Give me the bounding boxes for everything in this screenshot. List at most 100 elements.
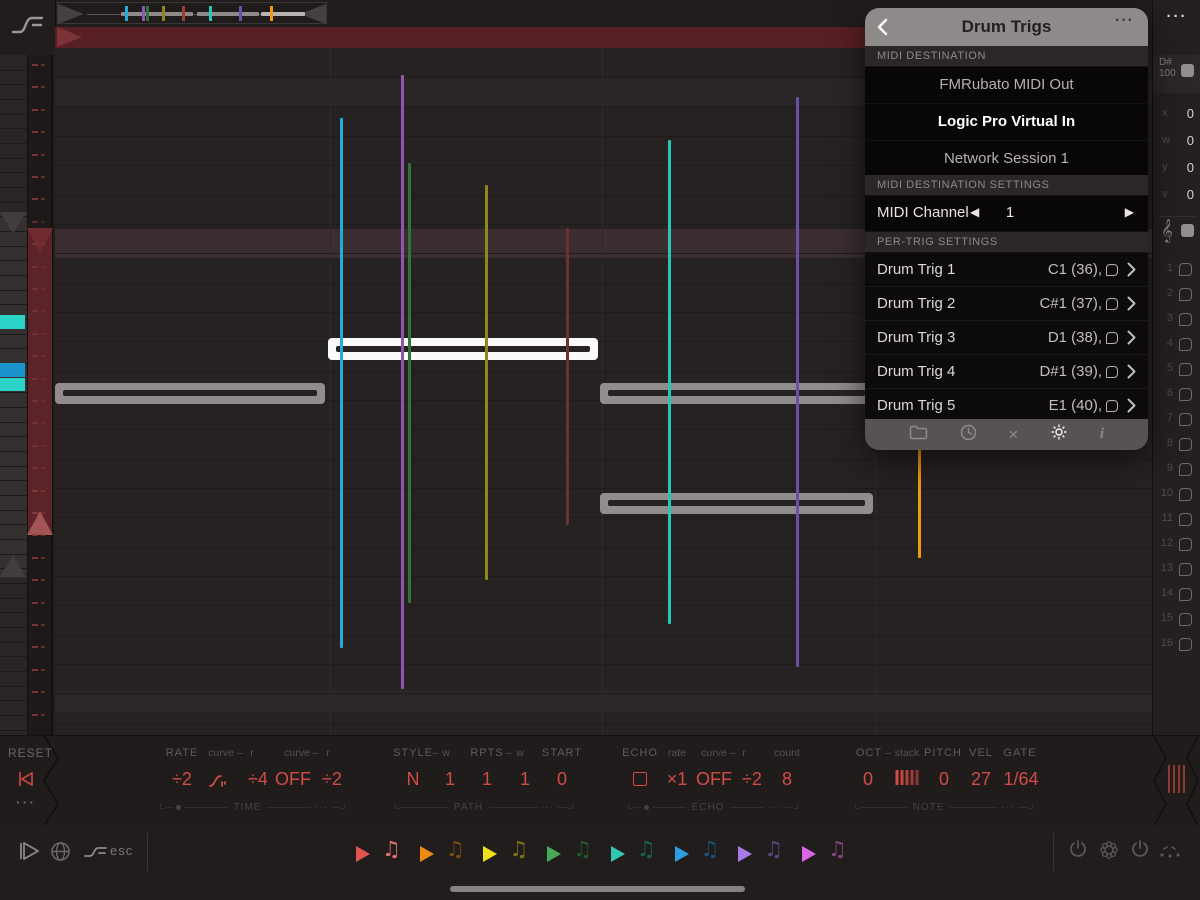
note-bar[interactable] (600, 383, 873, 404)
r2-value[interactable]: ÷2 (322, 769, 342, 790)
path-value-2[interactable]: 1 (482, 769, 492, 790)
stack-bars-icon[interactable] (895, 770, 919, 785)
rail-param-value[interactable]: 0 (1187, 106, 1194, 121)
track-play-button[interactable] (547, 846, 562, 862)
start-value[interactable]: 0 (557, 769, 567, 790)
slot-pad-icon[interactable] (1179, 563, 1192, 576)
horizontal-scrollbar[interactable] (450, 886, 745, 892)
track-note-button[interactable]: ♫ (382, 837, 401, 861)
rate-value[interactable]: ÷2 (172, 769, 192, 790)
loop-range-bottom-triangle[interactable] (27, 511, 53, 535)
slot-pad-icon[interactable] (1179, 313, 1192, 326)
midi-destination-item[interactable]: Network Session 1 (865, 141, 1148, 177)
track-note-button[interactable]: ♫ (573, 837, 592, 861)
slot-pad-icon[interactable] (1179, 338, 1192, 351)
loop-range-top-triangle[interactable] (27, 228, 53, 252)
track-note-button[interactable]: ♫ (701, 837, 720, 861)
esc-button[interactable]: esc (110, 843, 133, 858)
flower-gear-icon[interactable] (1098, 839, 1120, 866)
step-play-icon[interactable] (16, 839, 42, 868)
key-range-bottom-triangle[interactable] (0, 555, 26, 577)
note-bar[interactable] (55, 383, 325, 404)
pitch-value[interactable]: 0 (939, 769, 949, 790)
vel-value[interactable]: 27 (971, 769, 991, 790)
oct-value[interactable]: 0 (863, 769, 873, 790)
style-value[interactable]: N (407, 769, 420, 790)
note-value-cell[interactable]: D# 100 (1153, 55, 1200, 93)
echo-rate-value[interactable]: ×1 (667, 769, 688, 790)
back-button[interactable] (877, 18, 888, 41)
track-note-button[interactable]: ♫ (764, 837, 783, 861)
gate-value[interactable]: 1/64 (1003, 769, 1038, 790)
folder-icon[interactable] (909, 425, 928, 445)
note-toggle[interactable] (1181, 64, 1194, 77)
more-menu-icon[interactable]: ··· (1153, 8, 1200, 25)
slot-pad-icon[interactable] (1179, 488, 1192, 501)
curve2-value[interactable]: OFF (275, 769, 311, 790)
channel-decrement-arrow[interactable]: ◀ (970, 205, 979, 219)
midi-destination-item[interactable]: Logic Pro Virtual In (865, 104, 1148, 140)
key-range-top-triangle[interactable] (0, 212, 26, 234)
reset-icon[interactable] (16, 770, 36, 793)
midi-channel-value[interactable]: 1 (990, 204, 1030, 221)
track-note-button[interactable]: ♫ (446, 837, 465, 861)
track-play-button[interactable] (356, 846, 370, 862)
track-play-button[interactable] (483, 846, 498, 862)
echo-count-value[interactable]: 8 (782, 769, 792, 790)
track-play-button[interactable] (674, 846, 689, 862)
close-icon[interactable]: × (1008, 426, 1018, 443)
key-range-strip[interactable] (0, 55, 27, 735)
echo-r-value[interactable]: ÷2 (742, 769, 762, 790)
history-icon[interactable] (960, 424, 977, 446)
slot-pad-icon[interactable] (1179, 463, 1192, 476)
slot-pad-icon[interactable] (1179, 288, 1192, 301)
power-icon[interactable] (1130, 839, 1150, 864)
slot-pad-icon[interactable] (1179, 263, 1192, 276)
slot-pad-icon[interactable] (1179, 538, 1192, 551)
slot-pad-icon[interactable] (1179, 638, 1192, 651)
note-trail[interactable] (918, 448, 921, 558)
track-note-button[interactable]: ♫ (637, 837, 656, 861)
echo-curve-value[interactable]: OFF (696, 769, 732, 790)
note-trail[interactable] (796, 97, 799, 667)
drum-trig-row[interactable]: Drum Trig 2 C#1 (37), (865, 287, 1148, 321)
rail-param-value[interactable]: 0 (1187, 133, 1194, 148)
track-play-button[interactable] (801, 846, 816, 862)
reset-more-menu[interactable]: ··· (16, 794, 36, 810)
power-icon[interactable] (1068, 839, 1088, 864)
drag-handle[interactable] (1168, 765, 1185, 793)
track-note-button[interactable]: ♫ (509, 837, 528, 861)
slot-pad-icon[interactable] (1179, 513, 1192, 526)
panel-more-menu[interactable]: ··· (1115, 12, 1134, 30)
path-value-3[interactable]: 1 (520, 769, 530, 790)
minimap[interactable] (57, 2, 327, 24)
track-play-button[interactable] (738, 846, 753, 862)
track-play-button[interactable] (610, 846, 625, 862)
scatter-icon[interactable] (1158, 843, 1182, 864)
slot-pad-icon[interactable] (1179, 588, 1192, 601)
slot-pad-icon[interactable] (1179, 438, 1192, 451)
note-bar[interactable] (600, 493, 873, 514)
note-trail[interactable] (566, 228, 569, 525)
track-play-button[interactable] (419, 846, 434, 862)
loop-range-band[interactable] (28, 228, 52, 535)
note-bar-selected[interactable] (328, 338, 598, 360)
globe-icon[interactable] (50, 841, 71, 867)
drum-trig-row[interactable]: Drum Trig 3 D1 (38), (865, 321, 1148, 355)
info-icon[interactable]: i (1100, 426, 1104, 443)
slot-pad-icon[interactable] (1179, 363, 1192, 376)
clef-toggle[interactable] (1181, 224, 1194, 237)
gear-icon[interactable] (1050, 423, 1068, 446)
rail-param-value[interactable]: 0 (1187, 160, 1194, 175)
note-trail[interactable] (401, 75, 404, 689)
rubato-curve-icon[interactable] (84, 845, 108, 864)
midi-destination-item[interactable]: FMRubato MIDI Out (865, 67, 1148, 103)
drum-trig-row[interactable]: Drum Trig 4 D#1 (39), (865, 355, 1148, 389)
drum-trig-row[interactable]: Drum Trig 1 C1 (36), (865, 253, 1148, 287)
ratio-value[interactable]: ÷4 (248, 769, 268, 790)
echo-enable-checkbox[interactable] (633, 772, 647, 786)
note-trail[interactable] (668, 140, 671, 624)
track-note-button[interactable]: ♫ (828, 837, 847, 861)
slot-pad-icon[interactable] (1179, 413, 1192, 426)
channel-increment-arrow[interactable]: ▶ (1125, 205, 1134, 219)
